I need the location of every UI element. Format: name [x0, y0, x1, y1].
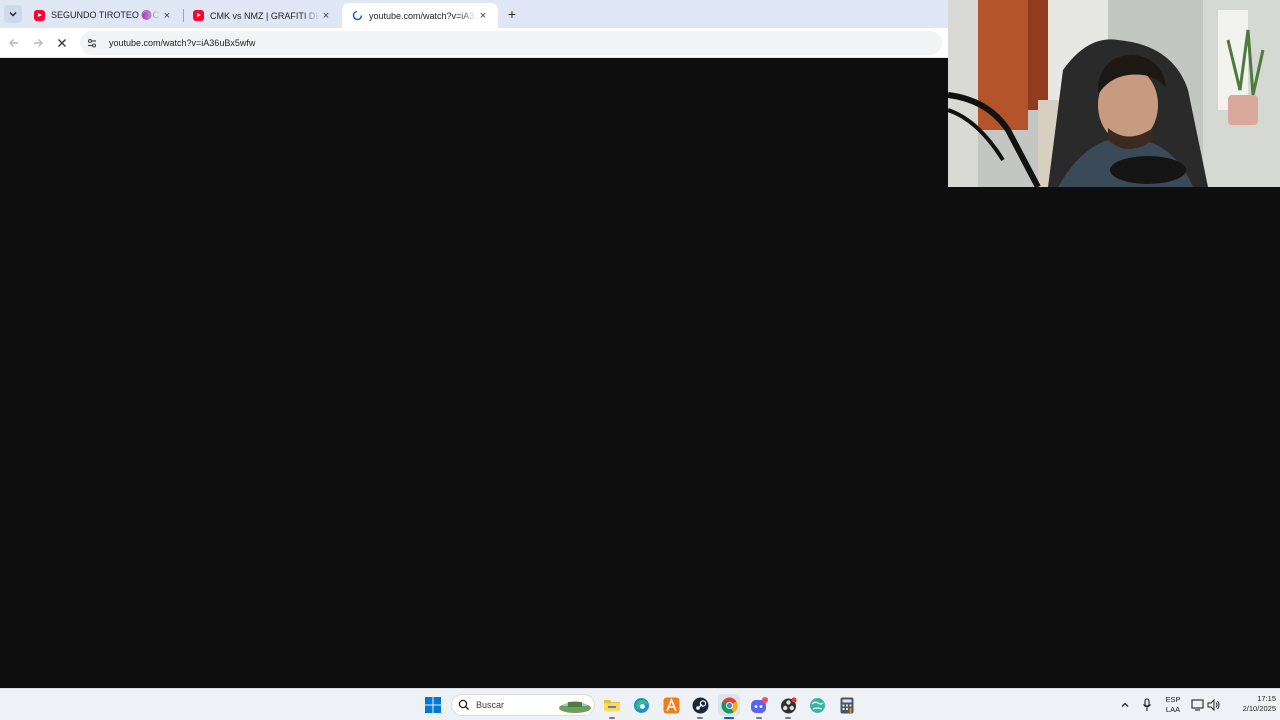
file-explorer-button[interactable] — [601, 694, 623, 719]
screen: SEGUNDO TIROTEO 🟣CMK vs NMZ × CMK vs NMZ… — [0, 0, 1280, 720]
browser-toolbar: youtube.com/watch?v=iA36uBx5wfw — [0, 28, 948, 58]
chevron-up-icon — [1121, 702, 1129, 707]
speaker-icon — [1207, 699, 1220, 711]
close-icon[interactable]: × — [476, 10, 490, 22]
steam-icon — [692, 697, 708, 713]
taskbar: Buscar ESP LAA 17:15 2/10/2025 — [0, 688, 1280, 720]
back-button[interactable] — [5, 34, 23, 52]
tab-segundo-tiroteo[interactable]: SEGUNDO TIROTEO 🟣CMK vs NMZ × — [24, 3, 182, 28]
tab-search-button[interactable] — [4, 5, 22, 23]
running-indicator — [609, 717, 615, 719]
search-placeholder: Buscar — [476, 700, 505, 710]
tab-label: youtube.com/watch?v=iA36uBx5wfw — [369, 10, 476, 21]
stop-loading-button[interactable] — [53, 34, 71, 52]
calculator-button[interactable] — [836, 694, 858, 716]
chrome-icon — [721, 697, 737, 713]
taskbar-search[interactable]: Buscar — [451, 694, 595, 716]
clock-date: 2/10/2025 — [1242, 704, 1276, 713]
arrow-right-icon — [34, 39, 43, 47]
tab-cmk-vs-nmz[interactable]: CMK vs NMZ | GRAFITI DE GUERRA × — [183, 3, 341, 28]
search-icon — [458, 699, 470, 711]
app-icon — [663, 697, 679, 713]
discord-icon — [751, 696, 768, 713]
search-highlight-icon — [559, 701, 591, 713]
tab-bar: SEGUNDO TIROTEO 🟣CMK vs NMZ × CMK vs NMZ… — [0, 0, 948, 28]
language-code: ESP — [1165, 695, 1181, 704]
running-indicator — [697, 717, 703, 719]
close-icon[interactable]: × — [160, 10, 174, 22]
language-indicator[interactable]: ESP LAA — [1160, 695, 1186, 715]
edge-icon — [633, 697, 649, 713]
loading-icon — [352, 10, 363, 21]
tab-label: CMK vs NMZ | GRAFITI DE GUERRA — [210, 10, 319, 21]
edge-button[interactable] — [630, 694, 652, 716]
webcam-overlay — [948, 0, 1280, 187]
address-url[interactable]: youtube.com/watch?v=iA36uBx5wfw — [109, 38, 255, 48]
browser-app-button[interactable] — [806, 694, 828, 716]
close-icon — [58, 39, 66, 47]
tab-label: SEGUNDO TIROTEO 🟣CMK vs NMZ — [51, 10, 160, 20]
address-bar[interactable]: youtube.com/watch?v=iA36uBx5wfw — [80, 31, 942, 55]
discord-button[interactable] — [748, 694, 770, 719]
tab-youtube-watch[interactable]: youtube.com/watch?v=iA36uBx5wfw × — [342, 3, 498, 28]
new-tab-button[interactable]: + — [504, 6, 520, 22]
chrome-button[interactable] — [718, 694, 740, 719]
app-button[interactable] — [660, 694, 682, 716]
obs-icon — [780, 696, 797, 713]
close-icon[interactable]: × — [319, 10, 333, 22]
chevron-down-icon — [9, 12, 17, 17]
forward-button[interactable] — [29, 34, 47, 52]
youtube-icon — [193, 10, 204, 21]
folder-icon — [604, 700, 620, 711]
arrow-left-icon — [9, 39, 18, 47]
microphone-icon — [1143, 698, 1151, 711]
clock[interactable]: 17:15 2/10/2025 — [1222, 694, 1276, 714]
obs-button[interactable] — [777, 694, 799, 719]
webcam-image — [948, 0, 1280, 187]
active-indicator — [724, 717, 734, 719]
microphone-button[interactable] — [1136, 694, 1158, 716]
clock-time: 17:15 — [1257, 694, 1276, 703]
globe-icon — [809, 697, 825, 713]
keyboard-layout: LAA — [1165, 705, 1181, 714]
start-button[interactable] — [422, 694, 444, 716]
calculator-icon — [840, 697, 854, 713]
windows-logo-icon — [425, 697, 441, 713]
site-info-icon[interactable] — [85, 36, 99, 50]
running-indicator — [756, 717, 762, 719]
show-hidden-icons-button[interactable] — [1114, 694, 1136, 716]
running-indicator — [785, 717, 791, 719]
youtube-icon — [34, 10, 45, 21]
steam-button[interactable] — [689, 694, 711, 719]
